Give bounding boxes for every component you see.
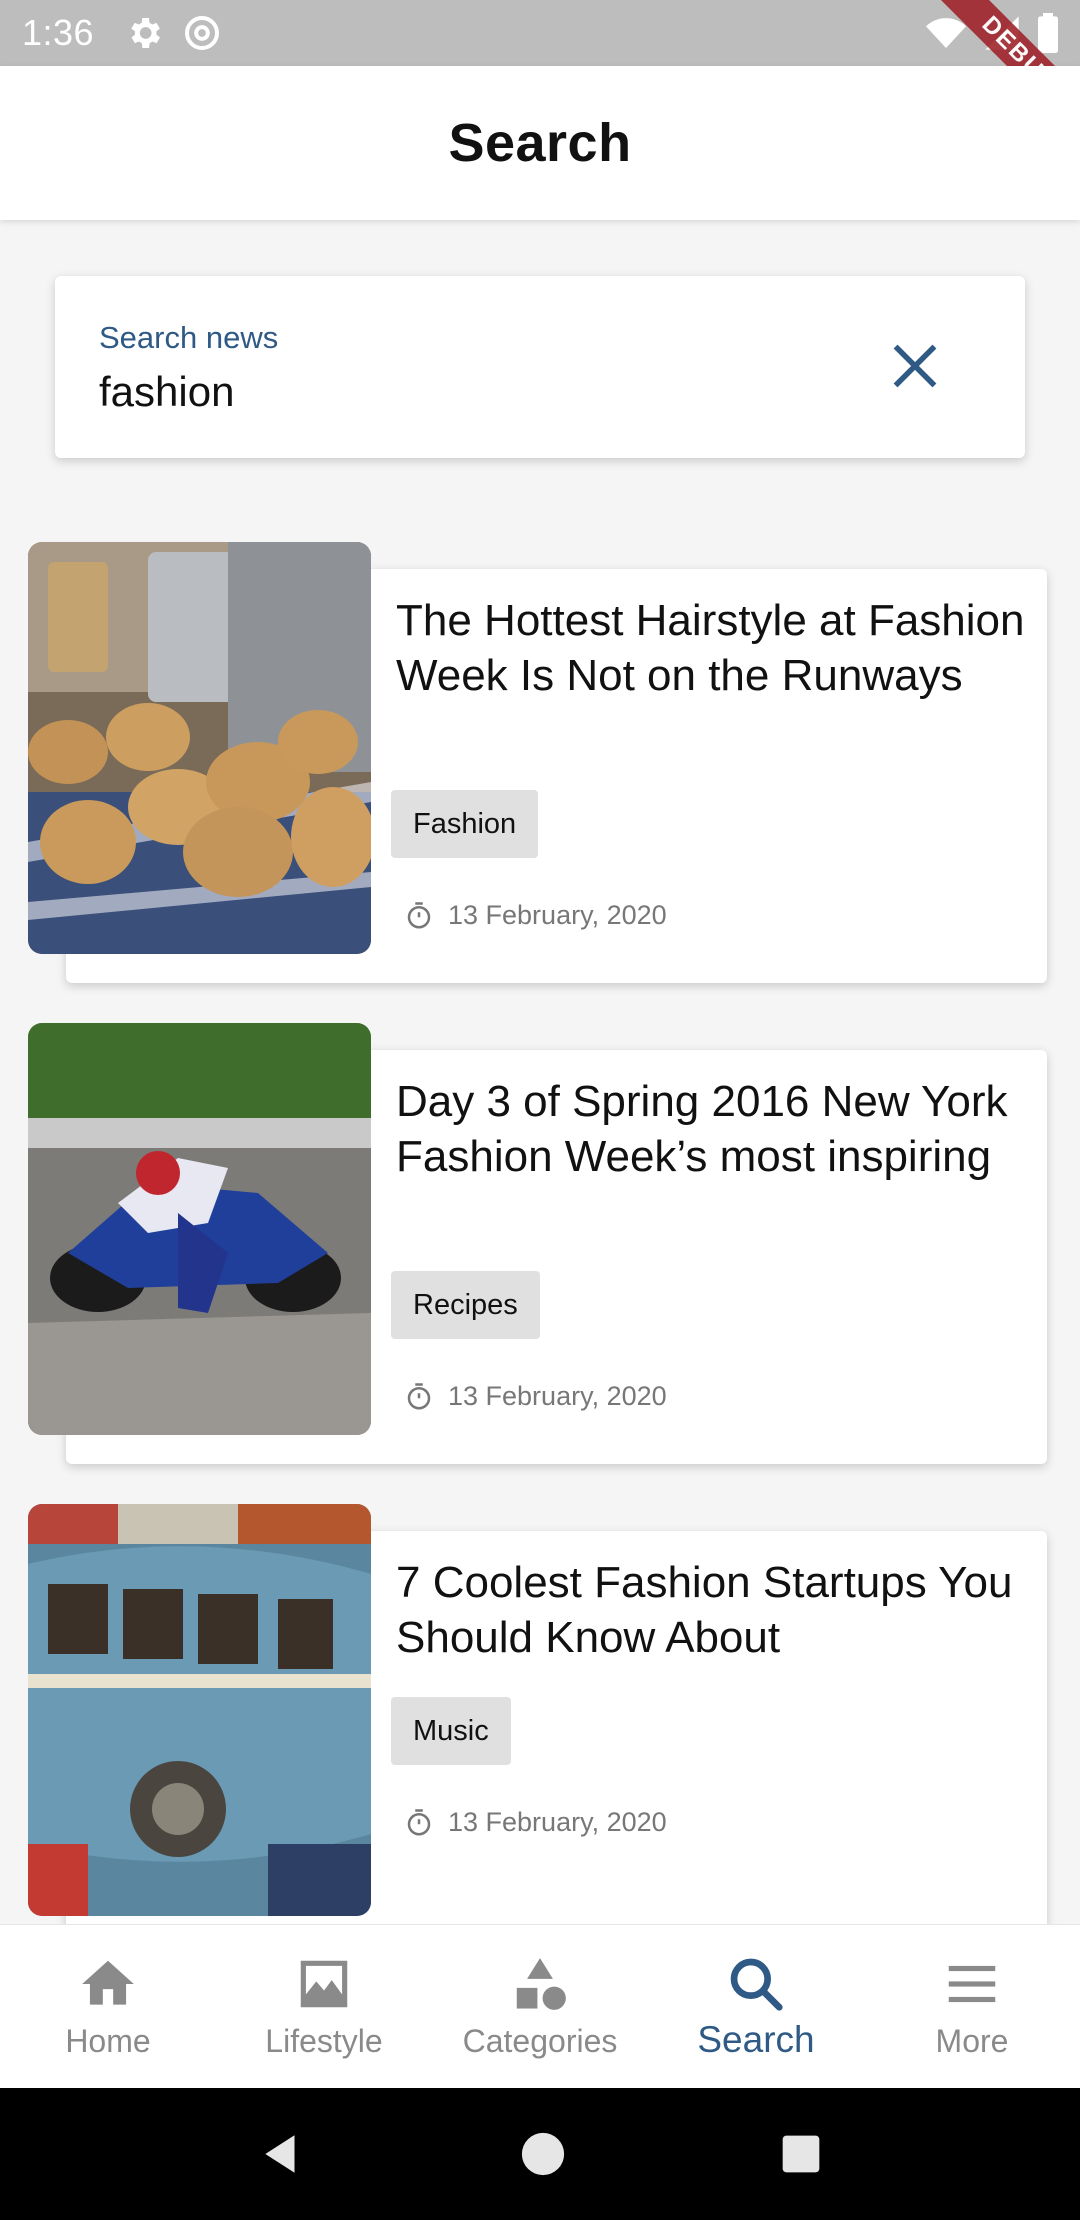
search-field-card: Search news	[55, 276, 1025, 458]
nav-label-search: Search	[697, 2019, 815, 2060]
category-tag[interactable]: Music	[391, 1697, 511, 1765]
nav-item-home[interactable]: Home	[0, 1925, 216, 2088]
search-field-label: Search news	[99, 320, 279, 355]
category-tag[interactable]: Fashion	[391, 790, 539, 858]
nav-item-lifestyle[interactable]: Lifestyle	[216, 1925, 432, 2088]
news-list-item[interactable]: Day 3 of Spring 2016 New York Fashion We…	[0, 1023, 1080, 1464]
battery-icon	[1038, 13, 1058, 53]
news-date: 13 February, 2020	[404, 900, 667, 931]
image-icon	[300, 1960, 348, 2008]
app-bar: Search	[0, 66, 1080, 220]
nav-item-search[interactable]: Search	[648, 1925, 864, 2088]
nav-item-more[interactable]: More	[864, 1925, 1080, 2088]
nav-label-lifestyle: Lifestyle	[265, 2023, 383, 2059]
news-date: 13 February, 2020	[404, 1381, 667, 1412]
back-icon[interactable]	[257, 2129, 307, 2179]
home-icon	[82, 1960, 134, 2005]
wifi-icon	[926, 18, 966, 48]
news-date-text: 13 February, 2020	[448, 1381, 667, 1411]
news-thumbnail-vw-bus	[28, 1504, 371, 1916]
menu-icon	[948, 1965, 996, 2003]
data-saver-icon	[185, 16, 220, 50]
nav-label-categories: Categories	[462, 2023, 618, 2059]
timer-icon	[407, 901, 431, 928]
news-thumbnail-motorcycle	[28, 1023, 371, 1435]
search-icon	[730, 1958, 783, 2011]
timer-icon	[407, 1808, 431, 1835]
news-title: The Hottest Hairstyle at Fashion Week Is…	[396, 596, 1025, 700]
shapes-icon	[516, 1958, 566, 2010]
signal-icon	[985, 16, 1019, 50]
nav-label-more: More	[935, 2023, 1009, 2059]
news-title: Day 3 of Spring 2016 New York Fashion We…	[396, 1077, 1008, 1181]
recents-icon[interactable]	[779, 2132, 823, 2176]
news-date-text: 13 February, 2020	[448, 900, 667, 930]
timer-icon	[407, 1382, 431, 1409]
news-list-item[interactable]: The Hottest Hairstyle at Fashion Week Is…	[0, 542, 1080, 983]
nav-item-categories[interactable]: Categories	[432, 1925, 648, 2088]
news-title: 7 Coolest Fashion Startups You Should Kn…	[396, 1558, 1013, 1662]
category-tag[interactable]: Recipes	[391, 1271, 540, 1339]
nav-label-home: Home	[65, 2023, 151, 2059]
page-title: Search	[448, 113, 632, 173]
news-date-text: 13 February, 2020	[448, 1807, 667, 1837]
status-right	[924, 13, 1060, 53]
home-circle-icon[interactable]	[520, 2131, 566, 2177]
news-list-item[interactable]: 7 Coolest Fashion Startups You Should Kn…	[0, 1504, 1080, 1924]
status-time: 1:36	[22, 12, 95, 53]
search-input[interactable]	[99, 362, 859, 422]
news-thumbnail-potatoes	[28, 542, 371, 954]
bottom-navigation: Home Lifestyle Categories Search More	[0, 1924, 1080, 2088]
status-bar: 1:36 DEBUG	[0, 0, 1080, 152]
clear-search-icon[interactable]	[885, 336, 945, 396]
system-navigation-bar	[0, 2088, 1080, 2220]
settings-gear-icon	[131, 18, 161, 48]
news-date: 13 February, 2020	[404, 1807, 667, 1838]
